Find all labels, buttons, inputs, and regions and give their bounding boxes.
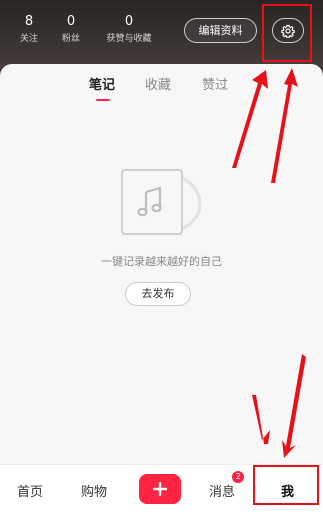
music-note-icon [121,169,202,235]
stat-likes[interactable]: 0 获赞与收藏 [92,14,166,46]
stat-following-label: 关注 [19,34,38,44]
home-indicator-area [0,514,323,523]
nav-home[interactable]: 首页 [17,481,43,500]
stat-following-value: 8 [24,14,34,29]
annotation-box-settings [262,4,312,62]
nav-shopping[interactable]: 购物 [81,481,107,500]
active-tab-indicator [96,99,110,101]
annotation-box-me [253,465,319,505]
stat-fans-label: 粉丝 [61,34,80,44]
create-post-button[interactable] [139,474,181,504]
empty-message: 一键记录越来越好的自己 [101,255,222,268]
edit-profile-button[interactable]: 编辑资料 [184,18,257,43]
notes-panel: 笔记 收藏 赞过 一键记录越来越好的自己 去发布 [0,64,323,464]
stat-fans[interactable]: 0 粉丝 [50,14,92,46]
tab-notes[interactable]: 笔记 [89,76,115,96]
stat-likes-label: 获赞与收藏 [106,34,152,44]
messages-badge: 2 [232,471,244,483]
tab-liked[interactable]: 赞过 [202,76,228,96]
stat-following[interactable]: 8 关注 [8,14,50,46]
publish-button[interactable]: 去发布 [125,282,191,306]
stat-likes-value: 0 [124,14,134,29]
tab-collections[interactable]: 收藏 [145,76,171,96]
plus-icon [153,482,167,496]
stat-fans-value: 0 [66,14,76,29]
content-tabs: 笔记 收藏 赞过 [0,76,323,102]
nav-messages[interactable]: 消息 [209,481,235,500]
profile-stats: 8 关注 0 粉丝 0 获赞与收藏 [8,14,166,46]
